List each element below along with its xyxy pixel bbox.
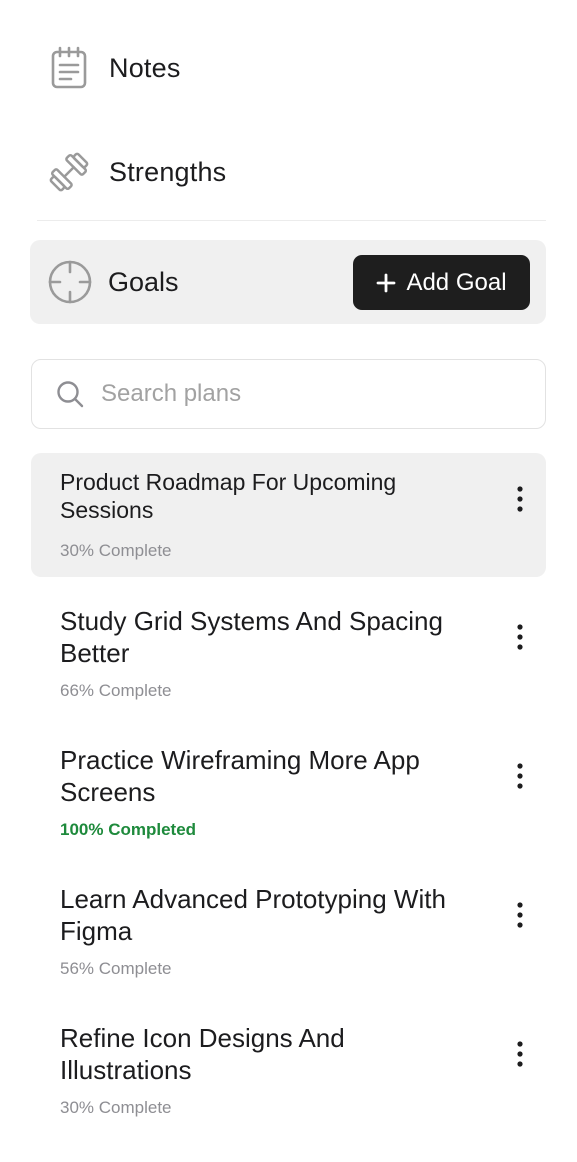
plan-title: Study Grid Systems And Spacing Better	[60, 606, 443, 668]
plan-status: 30% Complete	[60, 1098, 172, 1117]
plan-status: 56% Complete	[60, 959, 172, 978]
plan-title: Practice Wireframing More App Screens	[60, 745, 420, 807]
list-item[interactable]: Product Roadmap For Upcoming Sessions 30…	[31, 453, 546, 577]
plus-icon	[376, 273, 396, 293]
nav-item-label: Goals	[108, 266, 179, 297]
list-item[interactable]: Practice Wireframing More App Screens 10…	[31, 731, 546, 851]
search-input[interactable]	[101, 380, 501, 408]
list-item[interactable]: Refine Icon Designs And Illustrations 30…	[31, 1009, 546, 1129]
search-icon	[55, 379, 85, 409]
search-box[interactable]	[31, 359, 546, 429]
nav-item-strengths[interactable]: Strengths	[30, 148, 546, 196]
plan-status: 30% Complete	[60, 541, 172, 560]
nav-item-goals[interactable]: Goals Add Goal	[30, 240, 546, 324]
more-icon[interactable]	[508, 619, 532, 655]
add-goal-button[interactable]: Add Goal	[353, 255, 530, 310]
nav-item-notes[interactable]: Notes	[30, 44, 546, 92]
more-icon[interactable]	[508, 1036, 532, 1072]
more-icon[interactable]	[508, 897, 532, 933]
more-icon[interactable]	[508, 481, 532, 517]
sidebar-panel: Notes Strengths Goals Add Goal Search pl…	[0, 0, 577, 1162]
plan-title: Learn Advanced Prototyping With Figma	[60, 884, 446, 946]
plan-title: Product Roadmap For Upcoming Sessions	[60, 469, 397, 524]
plan-title: Refine Icon Designs And Illustrations	[60, 1023, 345, 1085]
list-item[interactable]: Study Grid Systems And Spacing Better 66…	[31, 592, 546, 712]
dumbbell-icon	[47, 150, 91, 194]
more-icon[interactable]	[508, 758, 532, 794]
add-goal-label: Add Goal	[406, 268, 507, 296]
nav-item-label: Notes	[109, 52, 181, 83]
crosshair-icon	[46, 258, 94, 306]
divider	[37, 220, 546, 221]
notepad-icon	[47, 46, 91, 90]
list-item[interactable]: Learn Advanced Prototyping With Figma 56…	[31, 870, 546, 990]
plan-status: 66% Complete	[60, 681, 172, 700]
nav-item-label: Strengths	[109, 156, 227, 187]
plan-status: 100% Completed	[60, 820, 197, 839]
